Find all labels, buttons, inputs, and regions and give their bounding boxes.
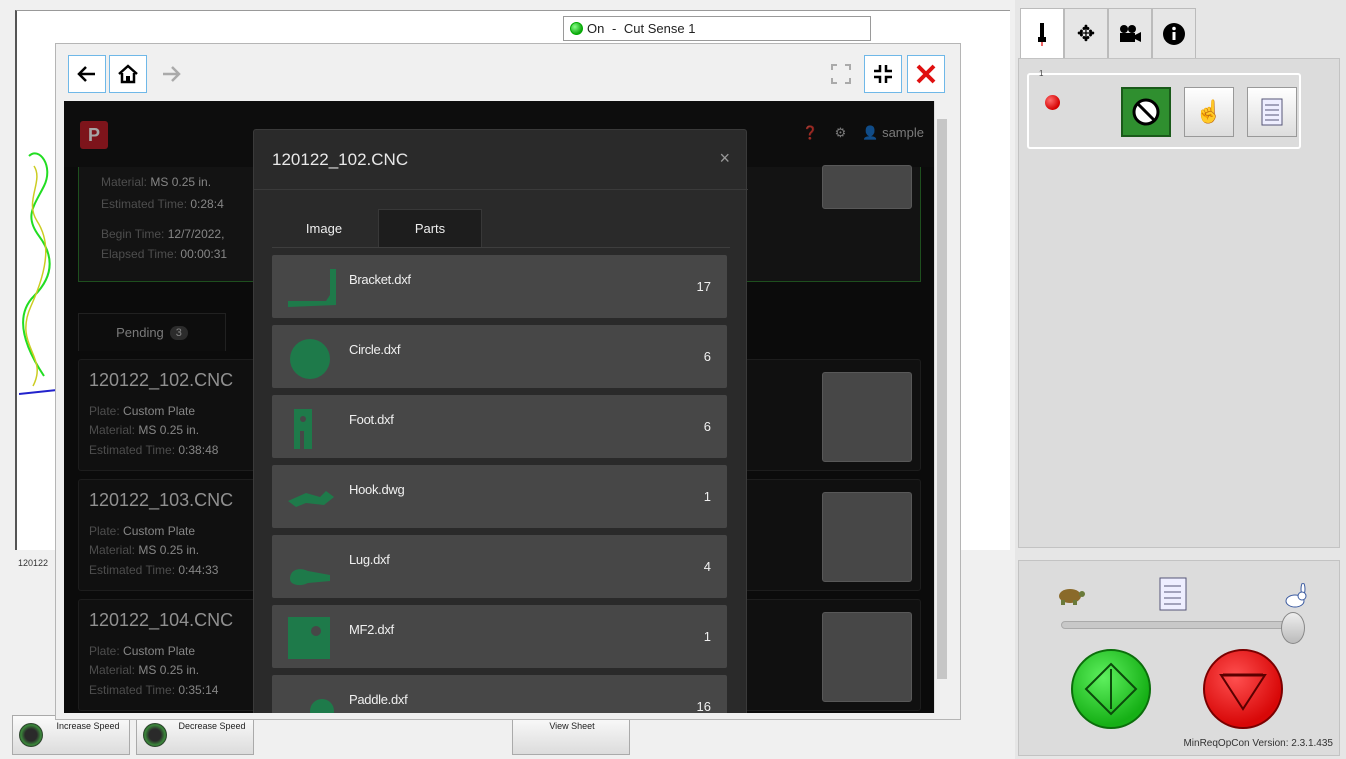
- right-control-panel: ✥ 1 ☝ MinReqOpCon Version: 2.3.1.435: [1015, 0, 1346, 759]
- modal-close-icon[interactable]: ×: [719, 148, 730, 169]
- divider: [272, 247, 730, 248]
- cut-sense-label: Cut Sense 1: [623, 21, 696, 36]
- decrease-speed-button[interactable]: Decrease Speed: [136, 715, 254, 755]
- info-icon[interactable]: [1152, 8, 1196, 58]
- part-name: Circle.dxf: [349, 342, 401, 357]
- mf2-part-icon: [288, 617, 330, 659]
- part-name: Lug.dxf: [349, 552, 390, 567]
- home-icon[interactable]: [109, 55, 147, 93]
- turtle-icon: [1059, 589, 1085, 605]
- torch-tab-panel: 1 ☝: [1018, 58, 1340, 548]
- part-row[interactable]: Circle.dxf 6: [272, 325, 727, 388]
- scrollbar-thumb[interactable]: [937, 119, 947, 679]
- stop-button[interactable]: [1203, 649, 1283, 729]
- torch-icon[interactable]: [1020, 8, 1064, 58]
- speed-slider-thumb[interactable]: [1281, 612, 1305, 644]
- job-queue-window: P ❓ ⚙ 👤 sample Material: MS 0.25 in. Est…: [55, 43, 961, 720]
- part-count: 4: [703, 559, 711, 574]
- gcode-file-icon: [1159, 577, 1187, 611]
- webview: P ❓ ⚙ 👤 sample Material: MS 0.25 in. Est…: [64, 101, 948, 713]
- status-led-icon: [570, 22, 583, 35]
- speed-dial-icon: [19, 723, 43, 747]
- status-indicator-icon: [1045, 95, 1060, 110]
- part-row[interactable]: Bracket.dxf 17: [272, 255, 727, 318]
- modal-title: 120122_102.CNC: [272, 150, 409, 169]
- cut-sense-status: On - Cut Sense 1: [563, 16, 871, 41]
- part-count: 1: [703, 489, 711, 504]
- torch-control-group: 1 ☝: [1027, 69, 1301, 149]
- part-count: 6: [703, 419, 711, 434]
- part-name: Foot.dxf: [349, 412, 394, 427]
- part-count: 1: [703, 629, 711, 644]
- tab-image[interactable]: Image: [284, 209, 364, 247]
- part-row[interactable]: Paddle.dxf 16: [272, 675, 727, 713]
- back-arrow-icon[interactable]: [68, 55, 106, 93]
- job-label-truncated: 120122: [18, 558, 49, 568]
- increase-speed-button[interactable]: Increase Speed: [12, 715, 130, 755]
- close-icon[interactable]: [907, 55, 945, 93]
- bracket-part-icon: [288, 269, 336, 307]
- part-name: Paddle.dxf: [349, 692, 408, 707]
- circle-part-icon: [290, 339, 330, 379]
- scrollbar[interactable]: [934, 101, 948, 713]
- move-icon[interactable]: ✥: [1064, 8, 1108, 58]
- decrease-speed-label: Decrease Speed: [178, 721, 246, 731]
- part-count: 17: [696, 279, 711, 294]
- part-name: Hook.dwg: [349, 482, 405, 497]
- paddle-part-icon: [310, 699, 334, 713]
- fullscreen-icon[interactable]: [822, 55, 860, 93]
- part-count: 16: [696, 699, 711, 713]
- start-button[interactable]: [1071, 649, 1151, 729]
- disable-torch-button[interactable]: [1121, 87, 1171, 137]
- rabbit-icon: [1285, 583, 1307, 608]
- exit-fullscreen-icon[interactable]: [864, 55, 902, 93]
- part-row[interactable]: Hook.dwg 1: [272, 465, 727, 528]
- hand-pointer-icon[interactable]: ☝: [1184, 87, 1234, 137]
- part-name: Bracket.dxf: [349, 272, 411, 287]
- lug-part-icon: [290, 569, 330, 586]
- speed-slider-track[interactable]: [1061, 621, 1297, 629]
- foot-part-icon: [294, 409, 312, 449]
- version-text: MinReqOpCon Version: 2.3.1.435: [1183, 738, 1333, 749]
- app-background: On - Cut Sense 1 120122 Increase Speed D…: [0, 0, 1346, 759]
- view-sheet-button[interactable]: View Sheet: [512, 715, 630, 755]
- cut-sense-state: On: [587, 21, 605, 36]
- speed-dial-icon: [143, 723, 167, 747]
- part-row[interactable]: Foot.dxf 6: [272, 395, 727, 458]
- part-row[interactable]: Lug.dxf 4: [272, 535, 727, 598]
- part-count: 6: [703, 349, 711, 364]
- increase-speed-label: Increase Speed: [56, 721, 120, 731]
- tab-parts[interactable]: Parts: [378, 209, 482, 247]
- part-name: MF2.dxf: [349, 622, 394, 637]
- view-sheet-label: View Sheet: [549, 721, 595, 731]
- gcode-file-icon[interactable]: [1247, 87, 1297, 137]
- job-details-modal: 120122_102.CNC × Image Parts Bracket.dxf…: [253, 129, 748, 713]
- toolpath-preview: [19, 152, 58, 395]
- divider: [254, 189, 748, 190]
- hook-part-icon: [288, 491, 334, 507]
- run-controls: MinReqOpCon Version: 2.3.1.435: [1018, 560, 1340, 756]
- part-row[interactable]: MF2.dxf 1: [272, 605, 727, 668]
- right-panel-tabs: ✥: [1020, 8, 1196, 58]
- camera-icon[interactable]: [1108, 8, 1152, 58]
- forward-arrow-icon[interactable]: [152, 55, 190, 93]
